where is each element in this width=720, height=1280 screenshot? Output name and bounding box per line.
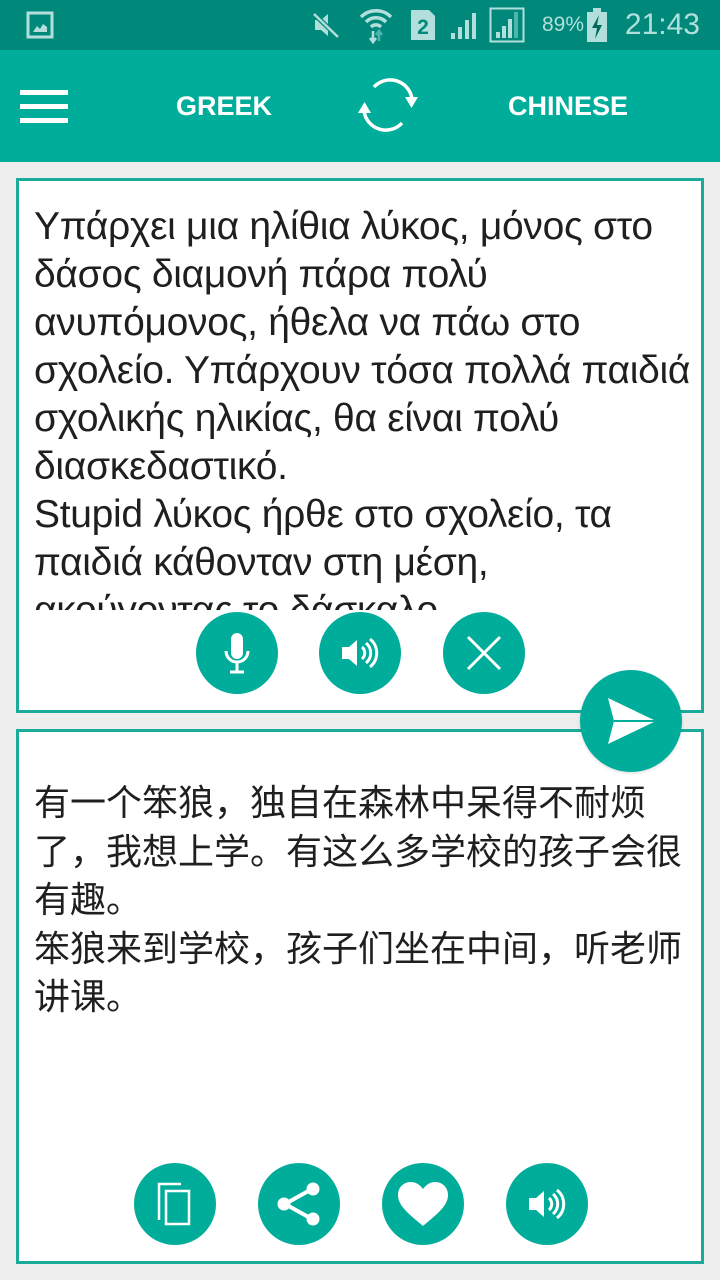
copy-icon bbox=[157, 1182, 191, 1226]
translated-text: 有一个笨狼，独自在森林中呆得不耐烦了，我想上学。有这么多学校的孩子会很有趣。 笨… bbox=[34, 783, 683, 1018]
target-language-selector[interactable]: CHINESE bbox=[508, 50, 628, 162]
app-bar: GREEK CHINESE bbox=[0, 50, 720, 162]
heart-icon bbox=[398, 1182, 448, 1226]
svg-text:2: 2 bbox=[417, 16, 429, 39]
microphone-button[interactable] bbox=[196, 612, 278, 694]
speak-source-button[interactable] bbox=[319, 612, 401, 694]
gallery-icon bbox=[26, 0, 54, 50]
clock: 21:43 bbox=[624, 8, 700, 41]
signal-icon bbox=[489, 0, 525, 50]
send-icon bbox=[608, 698, 656, 744]
hamburger-menu-icon[interactable] bbox=[20, 90, 68, 124]
target-panel: 有一个笨狼，独自在森林中呆得不耐烦了，我想上学。有这么多学校的孩子会很有趣。 笨… bbox=[16, 729, 704, 1264]
sim2-icon: 2 bbox=[409, 0, 437, 50]
speaker-icon bbox=[529, 1188, 566, 1220]
battery-charging-icon bbox=[586, 0, 608, 50]
source-panel: Υπάρχει μια ηλίθια λύκος, μόνος στο δάσο… bbox=[16, 178, 704, 713]
swap-languages-icon[interactable] bbox=[352, 75, 424, 135]
status-bar: 2 89% 21:43 bbox=[0, 0, 720, 50]
microphone-icon bbox=[224, 633, 250, 674]
share-button[interactable] bbox=[258, 1163, 340, 1245]
battery-percent: 89% bbox=[541, 13, 584, 36]
mute-icon bbox=[310, 0, 342, 50]
share-icon bbox=[277, 1182, 320, 1226]
source-language-selector[interactable]: GREEK bbox=[176, 50, 272, 162]
speak-target-button[interactable] bbox=[506, 1163, 588, 1245]
wifi-icon bbox=[358, 0, 394, 50]
translate-button[interactable] bbox=[580, 670, 682, 772]
close-icon bbox=[466, 635, 502, 671]
favorite-button[interactable] bbox=[382, 1163, 464, 1245]
copy-button[interactable] bbox=[134, 1163, 216, 1245]
speaker-icon bbox=[342, 637, 379, 669]
source-text-input[interactable]: Υπάρχει μια ηλίθια λύκος, μόνος στο δάσο… bbox=[34, 203, 694, 610]
signal-icon bbox=[450, 0, 484, 50]
clear-button[interactable] bbox=[443, 612, 525, 694]
